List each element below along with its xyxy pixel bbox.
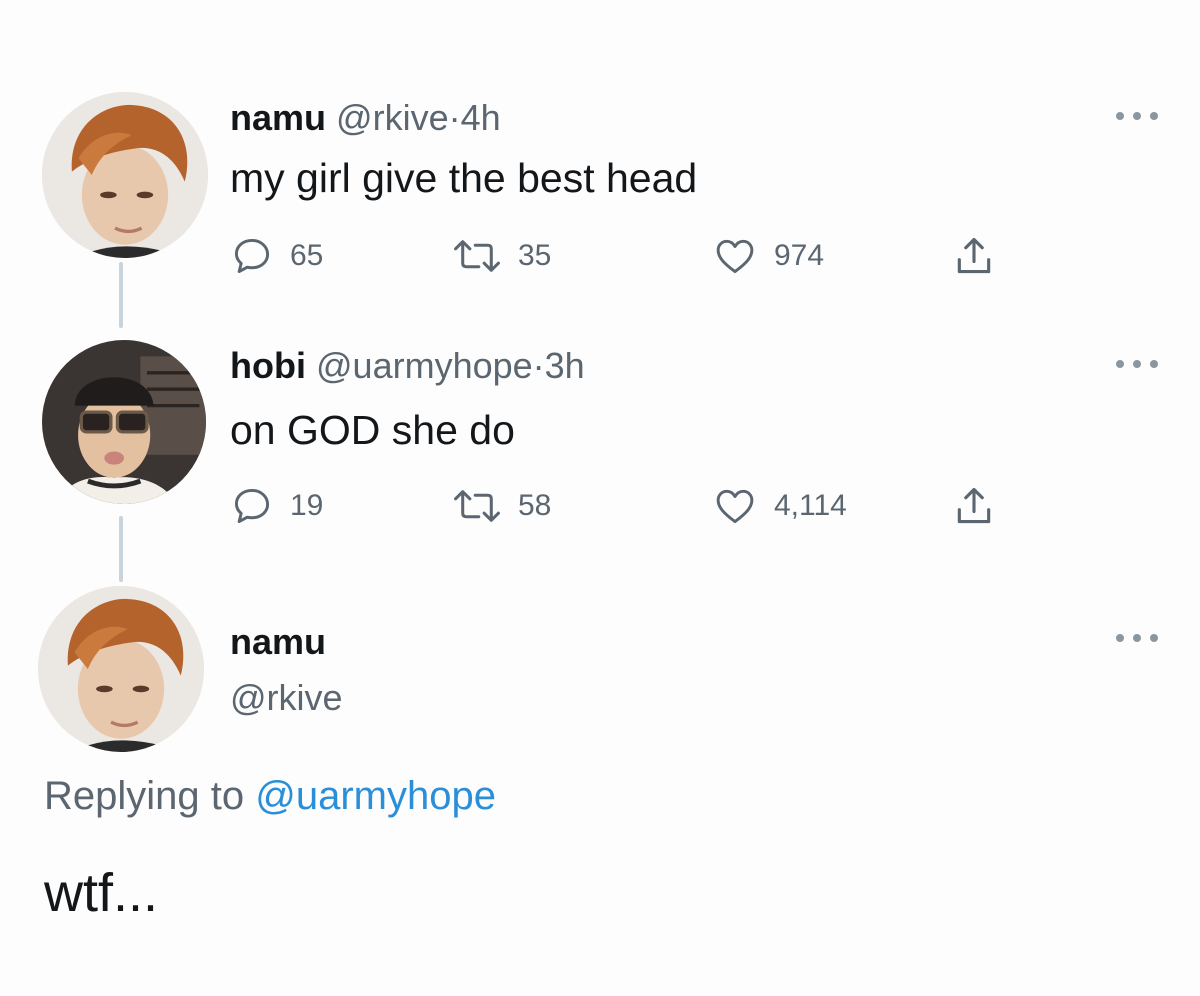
avatar[interactable] <box>42 92 208 258</box>
heart-icon <box>716 489 754 524</box>
retweet-icon <box>454 490 500 522</box>
tweet-actions: 19 58 4,114 <box>230 482 1030 530</box>
tweet-actions: 65 35 974 <box>230 232 1030 280</box>
retweet-icon <box>454 240 500 272</box>
share-icon <box>957 237 991 274</box>
like-count: 4,114 <box>774 489 847 522</box>
more-dots-icon[interactable] <box>1116 632 1158 644</box>
tweet-text: my girl give the best head <box>230 155 698 201</box>
display-name[interactable]: namu <box>230 97 326 138</box>
display-name[interactable]: hobi <box>230 345 306 386</box>
display-name[interactable]: namu <box>230 624 326 660</box>
separator-dot: · <box>448 97 461 138</box>
replying-label: Replying to <box>44 774 245 818</box>
avatar[interactable] <box>38 586 204 752</box>
share-button[interactable] <box>952 482 996 530</box>
like-count: 974 <box>774 239 825 272</box>
user-handle[interactable]: @uarmyhope <box>316 345 533 386</box>
share-icon <box>957 487 991 524</box>
retweet-button[interactable]: 58 <box>452 482 551 530</box>
replying-mention-link[interactable]: @uarmyhope <box>255 774 496 818</box>
tweet-text: on GOD she do <box>230 407 515 453</box>
tweet-thread: namu @rkive·4h my girl give the best hea… <box>0 0 1200 996</box>
speech-bubble-icon <box>234 488 270 524</box>
speech-bubble-icon <box>234 238 270 274</box>
thread-connector <box>119 516 123 582</box>
tweet-header: namu @rkive·4h <box>230 100 501 136</box>
more-dots-icon[interactable] <box>1116 358 1158 370</box>
retweet-button[interactable]: 35 <box>452 232 551 280</box>
like-button[interactable]: 4,114 <box>712 482 847 530</box>
avatar-photo <box>42 340 206 504</box>
tweet-header: hobi @uarmyhope·3h <box>230 348 585 384</box>
reply-button[interactable]: 19 <box>230 482 323 530</box>
reply-button[interactable]: 65 <box>230 232 323 280</box>
separator-dot: · <box>532 345 545 386</box>
more-dots-icon[interactable] <box>1116 110 1158 122</box>
tweet-text: wtf... <box>44 863 159 923</box>
like-button[interactable]: 974 <box>712 232 824 280</box>
heart-icon <box>716 239 754 274</box>
share-button[interactable] <box>952 232 996 280</box>
retweet-count: 35 <box>518 239 552 272</box>
thread-connector <box>119 262 123 328</box>
reply-count: 65 <box>290 239 324 272</box>
user-handle[interactable]: @rkive <box>230 680 343 716</box>
user-handle[interactable]: @rkive <box>336 97 449 138</box>
avatar[interactable] <box>42 340 206 504</box>
avatar-photo <box>42 92 208 258</box>
retweet-count: 58 <box>518 489 552 522</box>
timestamp[interactable]: 3h <box>545 345 585 386</box>
timestamp[interactable]: 4h <box>461 97 501 138</box>
replying-to: Replying to @uarmyhope <box>44 776 496 816</box>
reply-count: 19 <box>290 489 324 522</box>
avatar-photo <box>38 586 204 752</box>
